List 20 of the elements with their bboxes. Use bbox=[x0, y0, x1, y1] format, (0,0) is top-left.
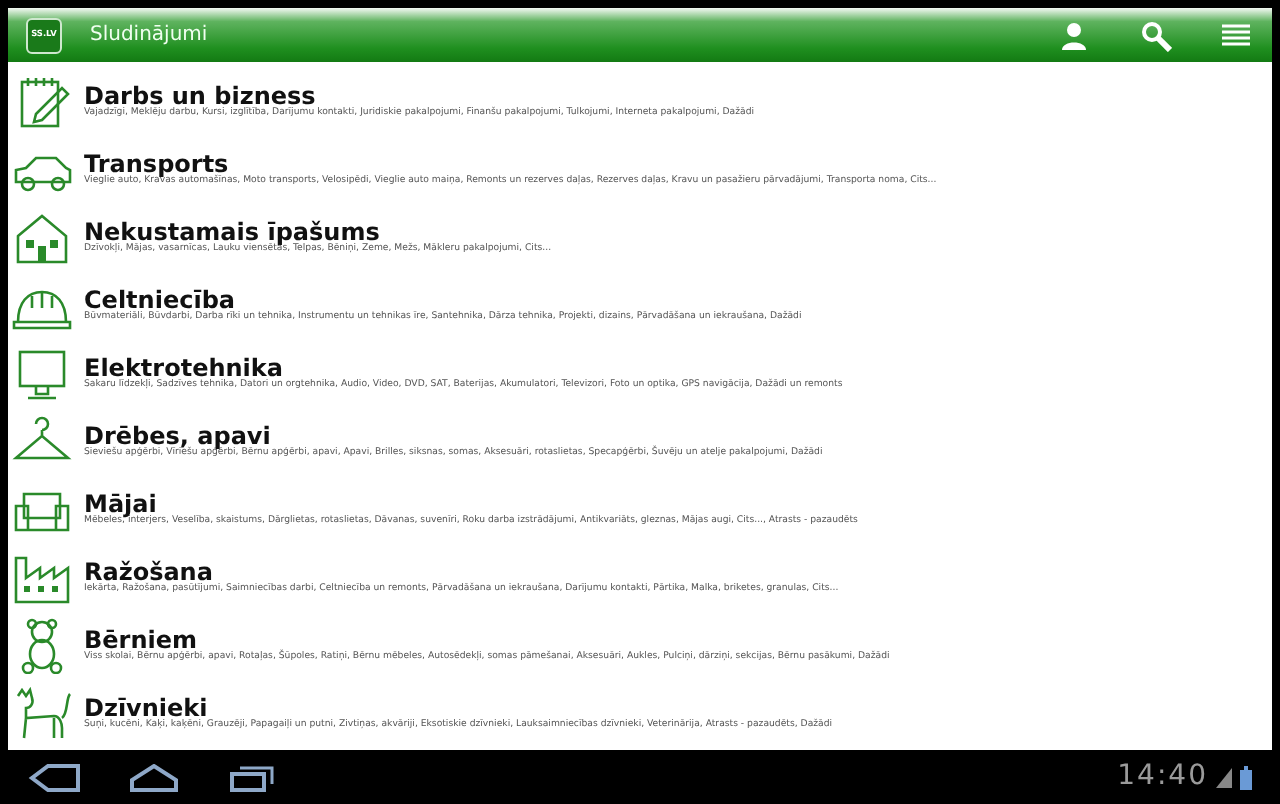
person-icon[interactable] bbox=[1060, 19, 1092, 51]
signal-icon bbox=[1216, 767, 1232, 787]
category-title[interactable]: Dzīvnieki bbox=[84, 696, 833, 721]
recent-apps-icon[interactable] bbox=[228, 763, 276, 791]
category-title[interactable]: Celtniecība bbox=[84, 288, 802, 313]
home-icon[interactable] bbox=[128, 763, 180, 791]
category-title[interactable]: Transports bbox=[84, 152, 937, 177]
back-icon[interactable] bbox=[28, 763, 80, 791]
menu-icon[interactable] bbox=[1220, 21, 1252, 49]
clock-time: 14:40 bbox=[1117, 758, 1208, 796]
category-title[interactable]: Nekustamais īpašums bbox=[84, 220, 552, 245]
category-title[interactable]: Darbs un bizness bbox=[84, 84, 755, 109]
category-title[interactable]: Ražošana bbox=[84, 560, 839, 585]
app-title: Sludinājumi bbox=[90, 22, 208, 50]
house-icon bbox=[12, 210, 72, 266]
search-icon[interactable] bbox=[1140, 19, 1172, 51]
cat-icon bbox=[12, 686, 72, 742]
category-title[interactable]: Mājai bbox=[84, 492, 858, 517]
category-title[interactable]: Elektrotehnika bbox=[84, 356, 843, 381]
battery-icon bbox=[1240, 765, 1252, 789]
